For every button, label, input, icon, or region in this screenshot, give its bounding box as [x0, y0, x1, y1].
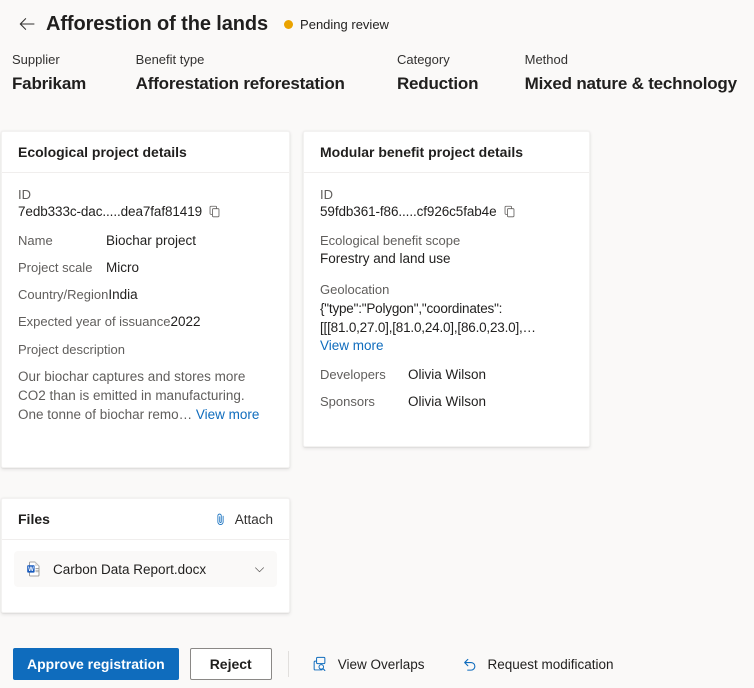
sponsors-value: Olivia Wilson [408, 394, 487, 409]
status-dot-icon [284, 19, 294, 29]
modular-id-line: 59fdb361-f86.....cf926c5fab4e [320, 204, 573, 219]
modular-id-value: 59fdb361-f86.....cf926c5fab4e [320, 204, 497, 219]
scope-value: Forestry and land use [320, 251, 451, 266]
field-ecological-benefit-scope: Ecological benefit scope Forestry and la… [320, 233, 573, 268]
name-value: Biochar project [106, 233, 197, 248]
attach-button[interactable]: Attach [213, 512, 273, 527]
field-project-description: Project description [18, 341, 273, 359]
paperclip-icon [213, 512, 228, 527]
card-header: Ecological project details [2, 132, 289, 173]
expected-year-label: Expected year of issuance [18, 314, 171, 329]
meta-supplier: Supplier Fabrikam [12, 52, 136, 94]
page-title: Afforestion of the lands [46, 12, 269, 35]
ecological-view-more-link[interactable]: View more [196, 407, 260, 422]
title-row: Afforestion of the lands Pending review [14, 8, 389, 40]
status-badge: Pending review [284, 17, 389, 32]
card-header: Modular benefit project details [304, 132, 589, 173]
modular-id-label: ID [320, 187, 333, 202]
field-modular-id: ID 59fdb361-f86.....cf926c5fab4e [320, 187, 573, 219]
project-scale-value: Micro [106, 260, 139, 275]
meta-category-value: Reduction [396, 74, 479, 93]
meta-supplier-label: Supplier [12, 52, 60, 67]
modular-card-title: Modular benefit project details [320, 144, 524, 160]
country-region-label: Country/Region [18, 287, 109, 302]
meta-benefit-type-value: Afforestation reforestation [135, 74, 345, 93]
meta-method-value: Mixed nature & technology [524, 74, 737, 93]
copy-icon[interactable] [503, 205, 516, 218]
geolocation-label: Geolocation [320, 282, 390, 297]
back-button[interactable] [14, 11, 40, 37]
meta-method-label: Method [524, 52, 568, 67]
request-modification-label: Request modification [487, 656, 614, 672]
sponsors-label: Sponsors [320, 394, 375, 409]
modular-benefit-project-details-card: Modular benefit project details ID 59fdb… [303, 131, 590, 447]
ecological-card-title: Ecological project details [18, 144, 187, 160]
country-region-value: India [108, 287, 138, 302]
reject-button[interactable]: Reject [189, 648, 272, 680]
status-label: Pending review [300, 16, 389, 32]
ecological-id-label: ID [18, 187, 31, 202]
svg-text:W: W [28, 567, 34, 573]
project-description-text: Our biochar captures and stores more CO2… [18, 367, 273, 424]
action-bar: Approve registration Reject View Overlap… [0, 640, 754, 688]
files-card: Files Attach W Carbon Data Report.docx [1, 498, 290, 613]
view-overlaps-icon [311, 655, 329, 673]
scope-label: Ecological benefit scope [320, 233, 461, 248]
word-document-icon: W [26, 561, 42, 577]
card-body: ID 59fdb361-f86.....cf926c5fab4e Ecologi… [304, 173, 589, 431]
view-overlaps-label: View Overlaps [337, 656, 425, 672]
meta-benefit-type: Benefit type Afforestation reforestation [136, 52, 397, 94]
meta-category-label: Category [396, 52, 450, 67]
field-developers: Developers Olivia Wilson [320, 367, 573, 382]
field-name: Name Biochar project [18, 233, 273, 248]
field-project-scale: Project scale Micro [18, 260, 273, 275]
file-name: Carbon Data Report.docx [53, 561, 207, 577]
field-ecological-id: ID 7edb333c-dac.....dea7faf81419 [18, 187, 273, 219]
expected-year-value: 2022 [170, 314, 201, 329]
files-card-title: Files [18, 511, 50, 527]
page-header: Afforestion of the lands Pending review … [0, 0, 754, 120]
project-description-label: Project description [18, 342, 125, 357]
request-modification-button[interactable]: Request modification [457, 648, 618, 680]
field-sponsors: Sponsors Olivia Wilson [320, 394, 573, 409]
view-overlaps-button[interactable]: View Overlaps [307, 648, 429, 680]
developers-label: Developers [320, 367, 386, 382]
ecological-id-line: 7edb333c-dac.....dea7faf81419 [18, 204, 273, 219]
arrow-left-icon [19, 18, 35, 30]
modular-view-more-link[interactable]: View more [320, 338, 384, 353]
project-scale-label: Project scale [18, 260, 93, 275]
chevron-down-icon[interactable] [252, 562, 267, 577]
field-geolocation: Geolocation {"type":"Polygon","coordinat… [320, 282, 573, 355]
developers-value: Olivia Wilson [408, 367, 487, 382]
card-body: W Carbon Data Report.docx [2, 540, 289, 597]
card-body: ID 7edb333c-dac.....dea7faf81419 Name Bi… [2, 173, 289, 434]
file-list-item[interactable]: W Carbon Data Report.docx [14, 551, 277, 587]
copy-icon[interactable] [208, 205, 221, 218]
approve-registration-button[interactable]: Approve registration [13, 648, 179, 680]
meta-category: Category Reduction [397, 52, 525, 94]
meta-supplier-value: Fabrikam [12, 74, 86, 93]
undo-arrow-icon [461, 655, 479, 673]
ecological-id-value: 7edb333c-dac.....dea7faf81419 [18, 204, 203, 219]
field-country-region: Country/Region India [18, 287, 273, 302]
meta-method: Method Mixed nature & technology [525, 52, 754, 94]
name-label: Name [18, 233, 53, 248]
attach-label: Attach [234, 511, 273, 527]
summary-meta-row: Supplier Fabrikam Benefit type Afforesta… [12, 52, 754, 94]
toolbar-divider [287, 651, 289, 677]
meta-benefit-type-label: Benefit type [135, 52, 205, 67]
field-expected-year: Expected year of issuance 2022 [18, 314, 273, 329]
card-header: Files Attach [2, 499, 289, 540]
ecological-project-details-card: Ecological project details ID 7edb333c-d… [1, 131, 290, 468]
geolocation-value: {"type":"Polygon","coordinates": [[[81.0… [320, 301, 536, 335]
